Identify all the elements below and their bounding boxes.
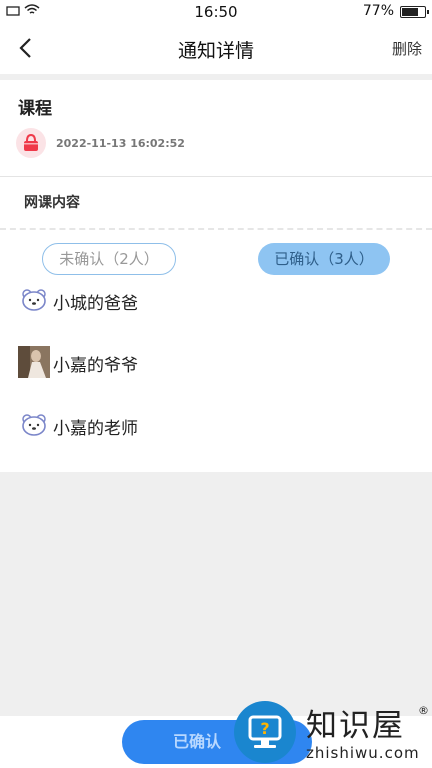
- page-title: 通知详情: [177, 40, 254, 62]
- shopping-basket-icon: [24, 133, 38, 151]
- sender-avatar: [16, 128, 46, 158]
- watermark-url: zhishiwu.com: [306, 744, 420, 762]
- svg-text:?: ?: [260, 719, 269, 738]
- delete-button[interactable]: 删除: [392, 38, 422, 59]
- battery-icon: [400, 6, 429, 18]
- notice-timestamp: 2022-11-13 16:02:52: [56, 137, 185, 150]
- notice-card: 课程 2022-11-13 16:02:52 网课内容: [0, 80, 432, 228]
- person-name: 小嘉的老师: [53, 419, 138, 439]
- notice-content: 网课内容: [24, 195, 80, 211]
- watermark: ? 知识屋 ® zhishiwu.com: [234, 700, 432, 768]
- watermark-brand: 知识屋: [306, 708, 405, 744]
- bear-face-icon: [22, 414, 46, 436]
- divider: [0, 176, 432, 177]
- person-name: 小城的爸爸: [53, 294, 138, 314]
- notice-title: 课程: [18, 99, 52, 119]
- status-bar: 16:50 77%: [0, 0, 432, 24]
- photo-avatar: [18, 346, 50, 378]
- watermark-registered: ®: [418, 704, 429, 717]
- tab-confirmed[interactable]: 已确认（3人）: [258, 243, 390, 275]
- nav-bar: 通知详情 删除: [0, 24, 432, 74]
- confirmation-list: 未确认（2人） 已确认（3人） 小城的爸爸 小嘉的爷爷 小嘉的老师: [0, 234, 432, 472]
- watermark-logo-icon: ?: [234, 701, 296, 763]
- person-name: 小嘉的爷爷: [53, 356, 138, 376]
- tab-unconfirmed[interactable]: 未确认（2人）: [42, 243, 176, 275]
- battery-percent: 77%: [362, 3, 394, 19]
- bear-face-icon: [22, 289, 46, 311]
